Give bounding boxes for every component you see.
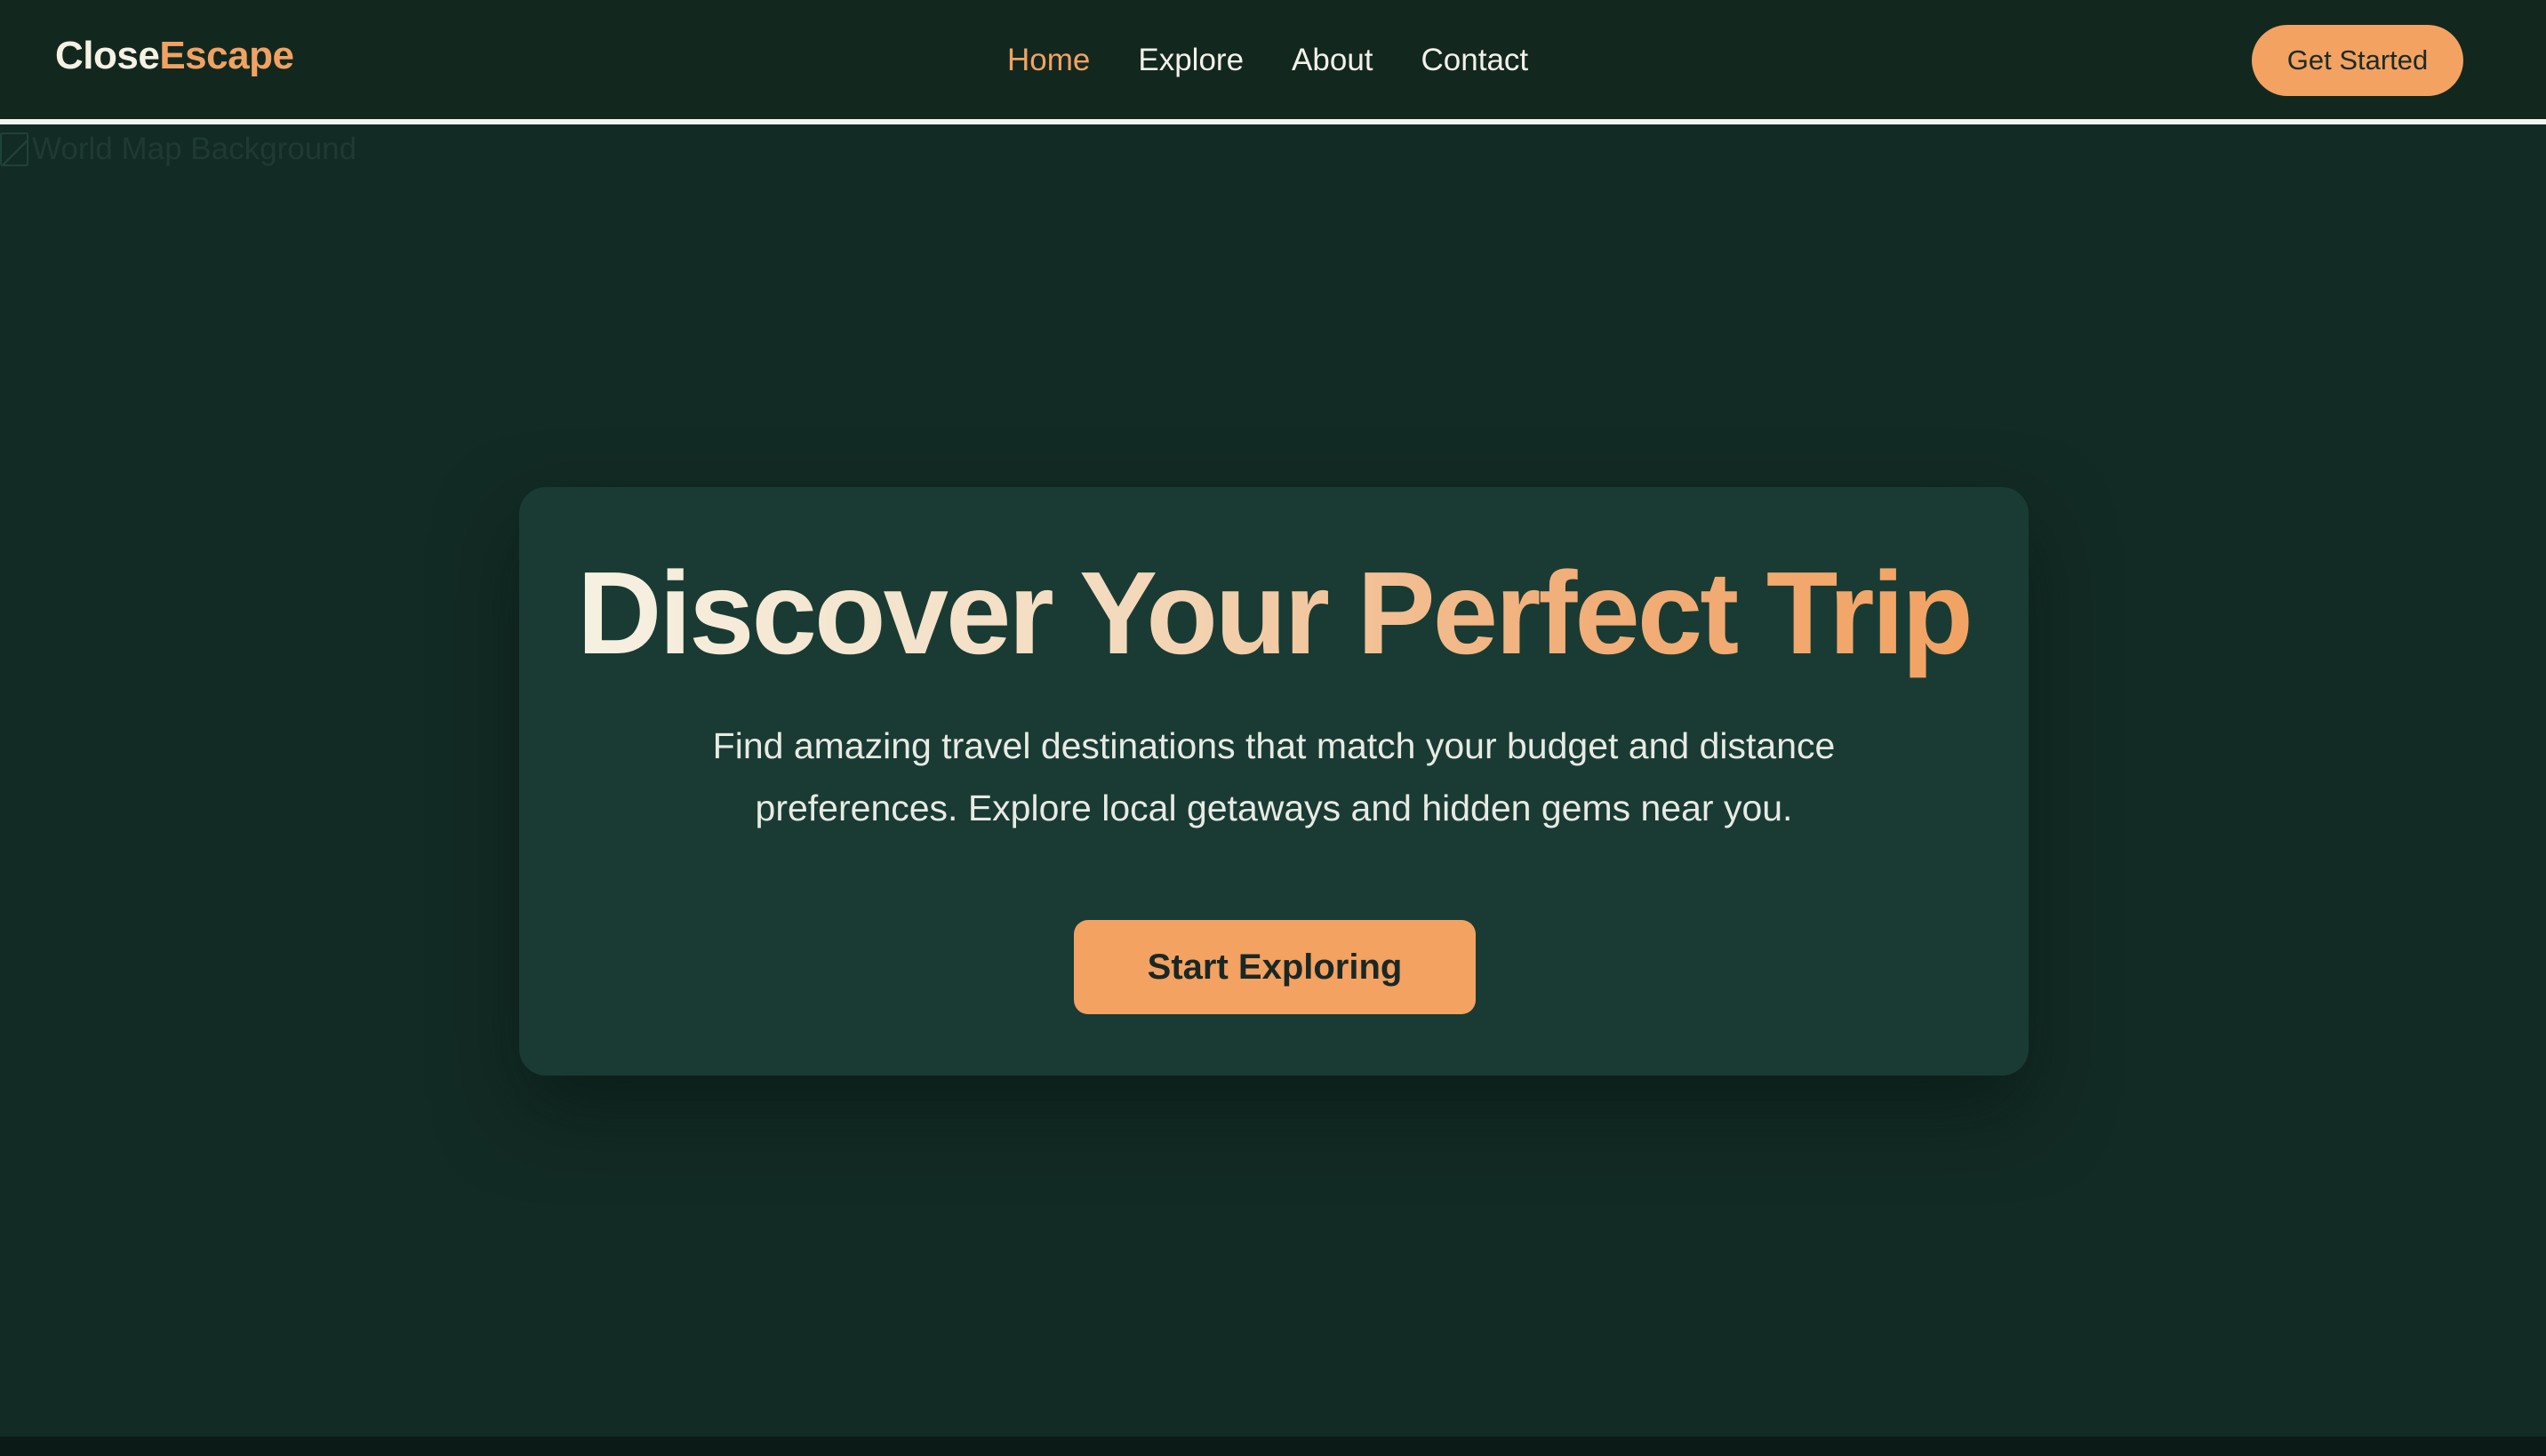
nav-link-contact[interactable]: Contact (1421, 39, 1529, 82)
nav-link-explore[interactable]: Explore (1138, 39, 1244, 82)
background-image-alt-text: World Map Background (32, 132, 357, 166)
get-started-button[interactable]: Get Started (2252, 25, 2463, 96)
start-exploring-button[interactable]: Start Exploring (1074, 920, 1476, 1014)
broken-image-icon (0, 132, 28, 166)
logo[interactable]: CloseEscape (55, 34, 294, 78)
world-map-background-image: World Map Background (0, 132, 356, 167)
hero-title: Discover Your Perfect Trip (519, 548, 2029, 679)
hero-card: Discover Your Perfect Trip Find amazing … (519, 487, 2029, 1076)
logo-part-close: Close (55, 34, 160, 77)
page: CloseEscape Home Explore About Contact G… (0, 0, 2546, 1456)
hero-subtitle: Find amazing travel destinations that ma… (712, 725, 1836, 828)
logo-part-escape: Escape (159, 34, 294, 77)
nav-link-about[interactable]: About (1292, 39, 1373, 82)
footer-strip (0, 1436, 2546, 1456)
nav-links: Home Explore About Contact (1007, 39, 1528, 82)
nav-link-home[interactable]: Home (1007, 39, 1090, 82)
navbar: CloseEscape Home Explore About Contact G… (0, 0, 2546, 124)
